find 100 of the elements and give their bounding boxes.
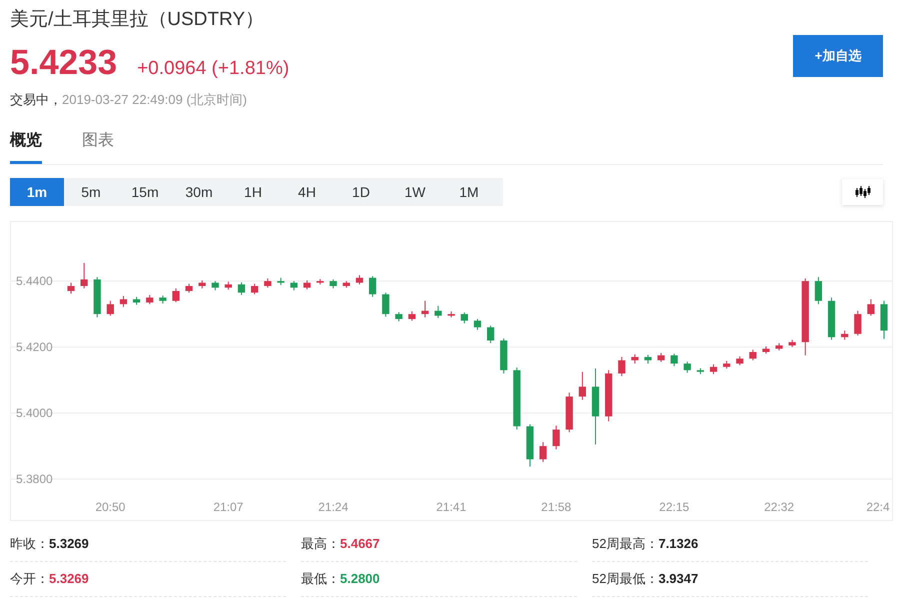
stat-value: 5.4667 [340, 535, 380, 554]
candle [198, 280, 206, 289]
candle [618, 356, 626, 377]
x-axis-label: 22:15 [659, 500, 690, 514]
candle [513, 367, 520, 430]
x-axis-label: 21:58 [541, 500, 572, 514]
stat-value: 7.1326 [658, 535, 698, 554]
candle [657, 352, 665, 362]
candle [250, 283, 258, 295]
candle [631, 354, 638, 364]
candle [330, 278, 337, 289]
stat-label: 52周最低： [592, 570, 658, 588]
candle [395, 312, 402, 322]
period-tab[interactable]: 1W [388, 178, 442, 206]
candle [80, 262, 88, 289]
candle [264, 278, 272, 288]
candle [526, 424, 534, 468]
candle [474, 318, 482, 330]
tab[interactable]: 概览 [10, 129, 42, 164]
candle [736, 356, 744, 366]
candlestick-icon [854, 186, 870, 198]
candle [434, 305, 442, 319]
candle [578, 371, 586, 400]
candle [408, 310, 416, 322]
candle [841, 330, 848, 340]
stat-label: 最高： [301, 535, 340, 554]
candle [684, 361, 691, 374]
candle [854, 310, 862, 336]
candle [539, 442, 547, 462]
candle [369, 276, 376, 298]
candle [342, 280, 350, 288]
candle [460, 312, 468, 324]
x-axis-label: 20:50 [95, 500, 126, 514]
candle [788, 339, 796, 348]
candle [356, 274, 364, 285]
candle [710, 364, 718, 375]
candle [880, 300, 888, 340]
candle [120, 295, 128, 308]
candle [277, 277, 284, 286]
tab[interactable]: 图表 [82, 129, 114, 164]
candle [146, 294, 154, 305]
pair-title: 美元/土耳其里拉（USDTRY） [10, 8, 266, 32]
candle [828, 297, 836, 340]
y-axis-label: 5.3800 [16, 472, 53, 486]
stat-label: 52周最高： [592, 535, 658, 554]
stat-value: 5.3269 [49, 570, 89, 588]
chart-type-button[interactable] [842, 179, 883, 205]
candle [762, 346, 770, 354]
period-tab[interactable]: 30m [172, 178, 226, 206]
stat-label: 今开： [10, 570, 49, 588]
candle [776, 342, 783, 351]
candle [303, 280, 311, 290]
candle [290, 280, 298, 291]
candle [605, 370, 612, 422]
period-tab[interactable]: 1M [442, 178, 496, 206]
candle [552, 425, 560, 450]
candle [132, 296, 140, 306]
y-axis-label: 5.4000 [16, 406, 53, 420]
stat-value: 5.2800 [340, 570, 380, 588]
candle [723, 360, 730, 370]
stat-value: 3.9347 [658, 570, 698, 588]
stat-value: 5.3269 [49, 535, 89, 554]
trading-status: 交易中， [10, 90, 62, 108]
period-tab[interactable]: 1D [334, 178, 388, 206]
candle [172, 288, 180, 303]
candle [238, 282, 246, 296]
candle [94, 276, 101, 318]
current-price: 5.4233 [10, 44, 118, 82]
period-tab[interactable]: 15m [118, 178, 172, 206]
period-tab[interactable]: 4H [280, 178, 334, 206]
period-tab[interactable]: 5m [64, 178, 118, 206]
add-watchlist-button[interactable]: +加自选 [793, 35, 883, 77]
candle [67, 282, 75, 294]
candle [212, 280, 219, 291]
y-axis-label: 5.4200 [16, 340, 53, 354]
candle [696, 368, 704, 375]
candle [224, 281, 232, 290]
candle [500, 338, 508, 374]
period-tab[interactable]: 1H [226, 178, 280, 206]
x-axis-label: 21:24 [318, 500, 348, 514]
x-axis-label: 21:07 [213, 500, 244, 514]
period-tab[interactable]: 1m [10, 178, 64, 206]
stat-label: 昨收： [10, 535, 49, 554]
candle [487, 325, 494, 344]
x-axis-label: 22:32 [764, 500, 794, 514]
price-change: +0.0964 (+1.81%) [137, 57, 290, 81]
candle [566, 392, 573, 433]
candle [316, 278, 324, 285]
candle [159, 295, 166, 304]
candle [749, 349, 756, 361]
timestamp: 2019-03-27 22:49:09 (北京时间) [62, 90, 247, 109]
candle [106, 300, 114, 316]
candle [185, 283, 193, 294]
candle [644, 354, 652, 364]
stat-label: 最低： [301, 570, 340, 588]
x-axis-label: 22:4 [866, 500, 890, 514]
y-axis-label: 5.4400 [16, 274, 53, 288]
x-axis-label: 21:41 [436, 500, 466, 514]
candle [670, 353, 678, 367]
candle [814, 276, 822, 305]
